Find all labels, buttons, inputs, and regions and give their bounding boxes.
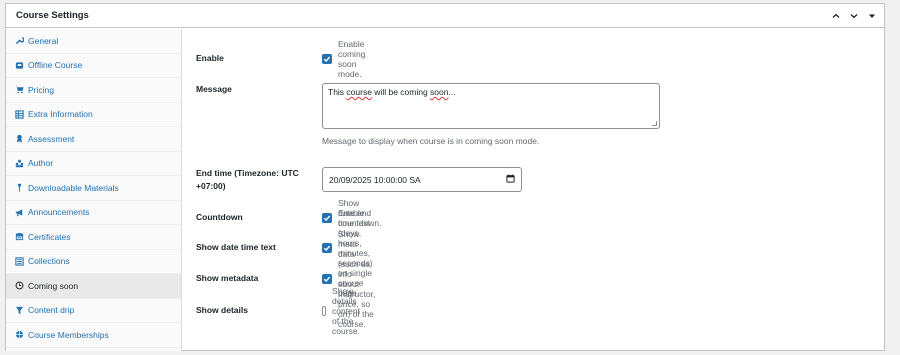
enable-field: Enable coming soon mode. (322, 39, 365, 79)
sidebar-item-label: Extra Information (28, 109, 93, 120)
show-details-text: Show details content of the course. (332, 285, 360, 336)
calendar-icon[interactable] (506, 174, 515, 185)
sidebar-item-label: Course Memberships (28, 329, 109, 340)
end-time-field: 20/09/2025 10:00:00 SA (322, 167, 522, 192)
message-label: Message (196, 84, 232, 94)
countdown-label: Countdown (196, 212, 243, 222)
sidebar-item-downloadable-materials[interactable]: Downloadable Materials (6, 176, 181, 201)
certificate-icon (14, 232, 24, 242)
coming-soon-panel: Enable Enable coming soon mode. Message … (183, 29, 884, 351)
sidebar-item-label: Author (28, 158, 54, 169)
metabox-body: General Offline Course Pricing Extra Inf… (6, 29, 884, 351)
sidebar-item-label: Offline Course (28, 60, 83, 71)
award-icon (14, 134, 24, 144)
sidebar-item-label: Content drip (28, 305, 75, 316)
message-help-text: Message to display when course is in com… (322, 136, 540, 146)
sidebar-item-certificates[interactable]: Certificates (6, 225, 181, 250)
show-details-checkbox[interactable] (322, 305, 327, 316)
sidebar-item-label: Certificates (28, 231, 71, 242)
enable-text: Enable coming soon mode. (338, 38, 366, 79)
offline-icon (14, 60, 24, 70)
sidebar-item-content-drip[interactable]: Content drip (6, 299, 181, 323)
sidebar-item-label: Pricing (28, 84, 54, 95)
show-date-time-label: Show date time text (196, 242, 276, 252)
metabox-header: Course Settings (6, 4, 884, 28)
filter-icon (14, 305, 24, 315)
show-details-field: Show details content of the course. (322, 286, 366, 336)
message-field: This course will be coming soon... Messa… (322, 83, 660, 146)
message-text-part: will be coming (371, 87, 431, 97)
message-textarea[interactable]: This course will be coming soon... (322, 83, 660, 129)
sidebar-item-coming-soon[interactable]: Coming soon (6, 274, 181, 299)
show-date-time-checkbox[interactable] (322, 242, 332, 253)
message-text-part: This (328, 87, 347, 97)
sidebar-item-extra-information[interactable]: Extra Information (6, 103, 181, 127)
membership-icon (14, 330, 24, 340)
list-icon (14, 256, 24, 266)
clock-icon (14, 281, 24, 291)
settings-sidebar: General Offline Course Pricing Extra Inf… (6, 29, 182, 351)
sidebar-item-pricing[interactable]: Pricing (6, 78, 181, 103)
end-time-input[interactable]: 20/09/2025 10:00:00 SA (322, 167, 522, 192)
enable-label: Enable (196, 53, 224, 63)
wrench-icon (14, 36, 24, 46)
show-metadata-checkbox[interactable] (322, 273, 332, 284)
end-time-value: 20/09/2025 10:00:00 SA (329, 174, 421, 185)
end-time-label: End time (Timezone: UTC +07:00) (196, 168, 299, 191)
sidebar-item-collections[interactable]: Collections (6, 250, 181, 274)
users-icon (14, 158, 24, 168)
sidebar-item-offline-course[interactable]: Offline Course (6, 54, 181, 78)
metabox-title: Course Settings (16, 10, 89, 21)
sidebar-item-label: Assessment (28, 133, 75, 144)
sidebar-item-label: General (28, 35, 59, 46)
sidebar-item-assessment[interactable]: Assessment (6, 127, 181, 152)
countdown-checkbox[interactable] (322, 212, 332, 223)
show-metadata-field: Show meta data (such as info about Instr… (322, 229, 375, 329)
triangle-down-icon[interactable] (864, 8, 880, 24)
metabox-controls (826, 4, 880, 28)
download-icon (14, 183, 24, 193)
sidebar-item-author[interactable]: Author (6, 152, 181, 176)
sidebar-item-general[interactable]: General (6, 29, 181, 54)
sidebar-item-label: Collections (28, 256, 70, 267)
sidebar-item-label: Announcements (28, 207, 90, 218)
sidebar-item-course-memberships[interactable]: Course Memberships (6, 323, 181, 348)
resize-handle[interactable] (652, 121, 657, 126)
show-details-label: Show details (196, 305, 248, 315)
chevron-down-icon[interactable] (846, 8, 862, 24)
cart-icon (14, 85, 24, 95)
sidebar-item-label: Downloadable Materials (28, 182, 119, 193)
sidebar-item-label: Coming soon (28, 280, 79, 291)
info-table-icon (14, 109, 24, 119)
chevron-up-icon[interactable] (828, 8, 844, 24)
sidebar-item-announcements[interactable]: Announcements (6, 201, 181, 225)
message-text-part: ... (448, 87, 456, 97)
show-metadata-label: Show metadata (196, 273, 259, 283)
message-text-misspelled: soon (430, 87, 449, 97)
message-text-misspelled: course (346, 87, 372, 97)
enable-checkbox[interactable] (322, 53, 332, 64)
course-settings-metabox: Course Settings General Offline Course P… (5, 3, 885, 351)
megaphone-icon (14, 207, 24, 217)
